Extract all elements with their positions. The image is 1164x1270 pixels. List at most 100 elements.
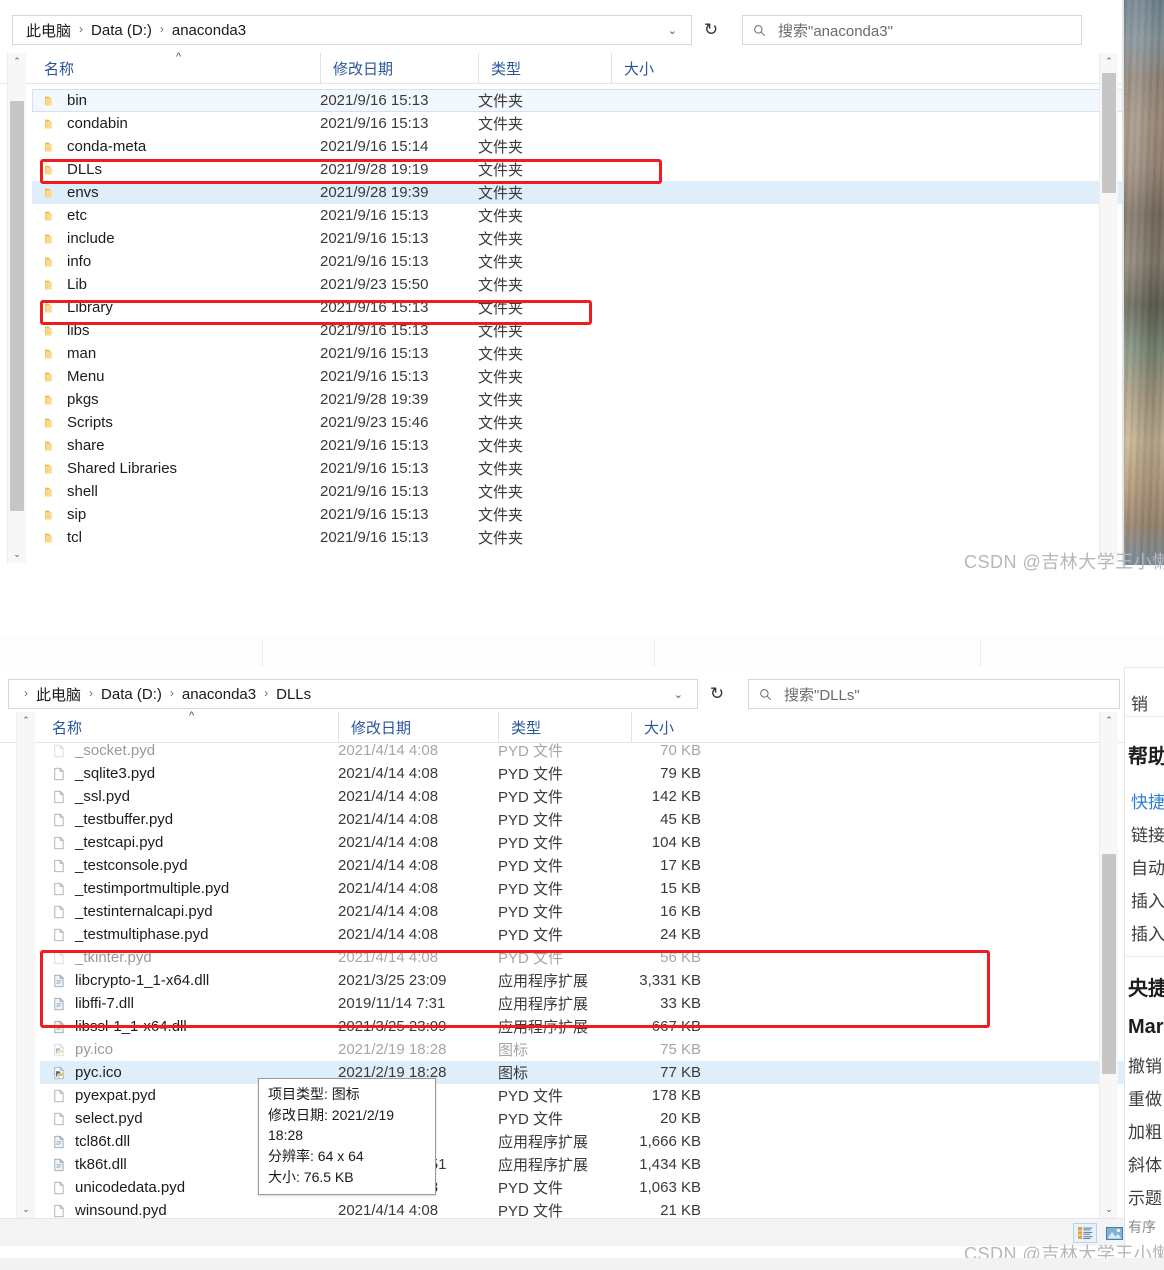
column-header-type[interactable]: 类型	[478, 52, 611, 84]
file-name-cell[interactable]: conda-meta	[32, 138, 320, 155]
file-name-cell[interactable]: _testinternalcapi.pyd	[40, 903, 338, 920]
side-panel-item-0[interactable]: 销	[1131, 690, 1148, 715]
scrollbar-thumb[interactable]	[1102, 73, 1116, 193]
scroll-up-arrow-icon[interactable]: ⌃	[17, 712, 35, 729]
column-header-type[interactable]: 类型	[498, 711, 631, 743]
address-history-chevron-down-icon[interactable]: ⌄	[654, 24, 687, 37]
refresh-icon[interactable]: ↻	[694, 15, 728, 45]
file-name-cell[interactable]: _socket.pyd	[40, 742, 338, 759]
table-row[interactable]: envs 2021/9/28 19:39 文件夹	[32, 181, 1124, 204]
breadcrumb-item-2[interactable]: anaconda3	[179, 686, 259, 703]
column-header-date[interactable]: 修改日期	[320, 52, 478, 84]
scroll-down-arrow-icon[interactable]: ⌄	[8, 546, 26, 563]
file-name-cell[interactable]: man	[32, 345, 320, 362]
table-row[interactable]: _testconsole.pyd 2021/4/14 4:08 PYD 文件 17 K…	[40, 854, 1124, 877]
table-row[interactable]: conda-meta 2021/9/16 15:14 文件夹	[32, 135, 1124, 158]
table-row[interactable]: _testbuffer.pyd 2021/4/14 4:08 PYD 文件 45 KB	[40, 808, 1124, 831]
table-row[interactable]: unicodedata.pyd2021/4/14 4:08PYD 文件1,063…	[40, 1176, 1124, 1199]
column-header-date[interactable]: 修改日期	[338, 711, 498, 743]
table-row[interactable]: _testcapi.pyd 2021/4/14 4:08 PYD 文件 104 KB	[40, 831, 1124, 854]
file-name-cell[interactable]: envs	[32, 184, 320, 201]
file-name-cell[interactable]: tcl	[32, 529, 320, 546]
nav-pane-scrollbar-bottom[interactable]: ⌃ ⌄	[16, 712, 35, 1218]
file-name-cell[interactable]: Lib	[32, 276, 320, 293]
table-row[interactable]: _socket.pyd 2021/4/14 4:08 PYD 文件 70 KB	[40, 739, 1124, 762]
file-list-scrollbar-bottom[interactable]: ⌃ ⌄	[1099, 712, 1118, 1218]
file-name-cell[interactable]: _sqlite3.pyd	[40, 765, 338, 782]
side-panel-item-9[interactable]: 撤销	[1128, 1052, 1162, 1077]
file-name-cell[interactable]: etc	[32, 207, 320, 224]
scroll-up-arrow-icon[interactable]: ⌃	[8, 53, 26, 70]
file-name-cell[interactable]: winsound.pyd	[40, 1202, 338, 1219]
table-row[interactable]: libssl-1_1-x64.dll 2021/3/25 23:09 应用程序扩展 6…	[40, 1015, 1124, 1038]
file-name-cell[interactable]: sip	[32, 506, 320, 523]
table-row[interactable]: Menu 2021/9/16 15:13 文件夹	[32, 365, 1124, 388]
file-name-cell[interactable]: libssl-1_1-x64.dll	[40, 1018, 338, 1035]
table-row[interactable]: py.ico 2021/2/19 18:28 图标 75 KB	[40, 1038, 1124, 1061]
file-name-cell[interactable]: libffi-7.dll	[40, 995, 338, 1012]
column-header-size[interactable]: 大小	[631, 711, 709, 743]
file-name-cell[interactable]: _testcapi.pyd	[40, 834, 338, 851]
refresh-icon[interactable]: ↻	[700, 679, 734, 709]
nav-pane-scrollbar-top[interactable]: ⌃ ⌄	[7, 53, 26, 563]
search-box-top[interactable]: 搜索"anaconda3"	[742, 15, 1082, 45]
file-name-cell[interactable]: share	[32, 437, 320, 454]
address-history-chevron-down-icon[interactable]: ⌄	[660, 688, 693, 701]
file-name-cell[interactable]: Menu	[32, 368, 320, 385]
side-panel-item-4[interactable]: 自动	[1131, 854, 1164, 879]
column-header-name[interactable]: 名称 ^	[32, 51, 320, 84]
table-row[interactable]: select.pyd PYD 文件 20 KB	[40, 1107, 1124, 1130]
table-row[interactable]: tcl86t.dll 应用程序扩展 1,666 KB	[40, 1130, 1124, 1153]
table-row[interactable]: DLLs 2021/9/28 19:19 文件夹	[32, 158, 1124, 181]
file-name-cell[interactable]: Scripts	[32, 414, 320, 431]
table-row[interactable]: man 2021/9/16 15:13 文件夹	[32, 342, 1124, 365]
table-row[interactable]: Lib 2021/9/23 15:50 文件夹	[32, 273, 1124, 296]
side-panel-item-12[interactable]: 斜体	[1128, 1151, 1162, 1176]
file-name-cell[interactable]: libcrypto-1_1-x64.dll	[40, 972, 338, 989]
table-row[interactable]: condabin 2021/9/16 15:13 文件夹	[32, 112, 1124, 135]
scroll-up-arrow-icon[interactable]: ⌃	[1100, 712, 1118, 729]
side-panel-item-13[interactable]: 示题	[1128, 1184, 1162, 1209]
search-box-bottom[interactable]: 搜索"DLLs"	[748, 679, 1120, 709]
file-name-cell[interactable]: libs	[32, 322, 320, 339]
file-name-cell[interactable]: _testmultiphase.pyd	[40, 926, 338, 943]
file-list-top[interactable]: bin 2021/9/16 15:13 文件夹 condabin 2021/9/16 1…	[32, 89, 1124, 559]
table-row[interactable]: _sqlite3.pyd 2021/4/14 4:08 PYD 文件 79 KB	[40, 762, 1124, 785]
file-name-cell[interactable]: _testconsole.pyd	[40, 857, 338, 874]
table-row[interactable]: _testinternalcapi.pyd 2021/4/14 4:08 PYD 文…	[40, 900, 1124, 923]
file-name-cell[interactable]: Shared Libraries	[32, 460, 320, 477]
breadcrumb-item-0[interactable]: 此电脑	[33, 684, 84, 705]
table-row[interactable]: Library 2021/9/16 15:13 文件夹	[32, 296, 1124, 319]
file-name-cell[interactable]: _testbuffer.pyd	[40, 811, 338, 828]
breadcrumb-item-0[interactable]: 此电脑	[23, 20, 74, 41]
breadcrumb-address-box-bottom[interactable]: › 此电脑 › Data (D:) › anaconda3 › DLLs ⌄	[8, 679, 698, 709]
table-row[interactable]: sip 2021/9/16 15:13 文件夹	[32, 503, 1124, 526]
breadcrumb-item-1[interactable]: Data (D:)	[88, 22, 155, 39]
scroll-down-arrow-icon[interactable]: ⌄	[1100, 1201, 1118, 1218]
file-list-bottom[interactable]: _socket.pyd 2021/4/14 4:08 PYD 文件 70 KB _sql…	[40, 739, 1124, 1219]
table-row[interactable]: pkgs 2021/9/28 19:39 文件夹	[32, 388, 1124, 411]
table-row[interactable]: pyc.ico 2021/2/19 18:28 图标 77 KB	[40, 1061, 1124, 1084]
table-row[interactable]: Scripts 2021/9/23 15:46 文件夹	[32, 411, 1124, 434]
breadcrumb-address-box-top[interactable]: 此电脑 › Data (D:) › anaconda3 ⌄	[12, 15, 692, 45]
table-row[interactable]: tcl 2021/9/16 15:13 文件夹	[32, 526, 1124, 549]
side-panel-item-5[interactable]: 插入	[1131, 887, 1164, 912]
file-name-cell[interactable]: Library	[32, 299, 320, 316]
file-name-cell[interactable]: bin	[32, 92, 320, 109]
side-panel-item-3[interactable]: 链接	[1131, 821, 1164, 846]
table-row[interactable]: libcrypto-1_1-x64.dll 2021/3/25 23:09 应用程序…	[40, 969, 1124, 992]
table-row[interactable]: shell 2021/9/16 15:13 文件夹	[32, 480, 1124, 503]
file-name-cell[interactable]: _ssl.pyd	[40, 788, 338, 805]
side-panel-item-2[interactable]: 快捷	[1131, 788, 1164, 813]
table-row[interactable]: libs 2021/9/16 15:13 文件夹	[32, 319, 1124, 342]
scrollbar-thumb[interactable]	[1102, 854, 1116, 1074]
file-name-cell[interactable]: _testimportmultiple.pyd	[40, 880, 338, 897]
breadcrumb-item-2[interactable]: anaconda3	[169, 22, 249, 39]
table-row[interactable]: etc 2021/9/16 15:13 文件夹	[32, 204, 1124, 227]
breadcrumb-item-1[interactable]: Data (D:)	[98, 686, 165, 703]
side-panel-item-11[interactable]: 加粗	[1128, 1118, 1162, 1143]
file-name-cell[interactable]: condabin	[32, 115, 320, 132]
file-name-cell[interactable]: _tkinter.pyd	[40, 949, 338, 966]
table-row[interactable]: bin 2021/9/16 15:13 文件夹	[32, 89, 1124, 112]
table-row[interactable]: _testmultiphase.pyd 2021/4/14 4:08 PYD 文件 2…	[40, 923, 1124, 946]
